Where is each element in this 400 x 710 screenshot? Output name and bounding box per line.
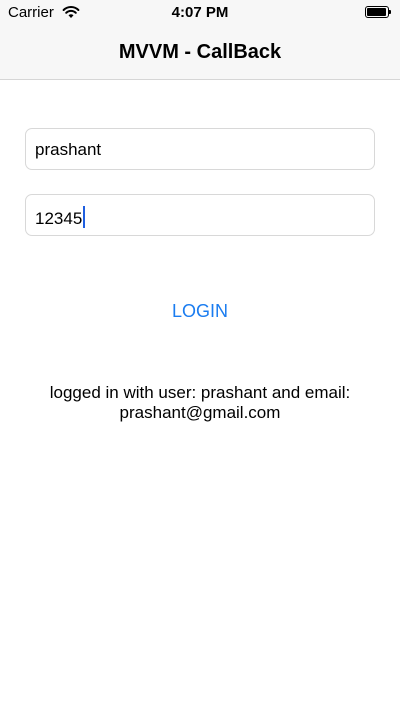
status-bar: Carrier 4:07 PM [0, 0, 400, 26]
password-value: 12345 [35, 209, 83, 228]
username-value: prashant [35, 140, 102, 159]
battery-icon [365, 6, 391, 18]
navigation-bar: MVVM - CallBack [0, 26, 400, 80]
username-field[interactable]: prashant [25, 128, 375, 170]
login-result-line-2: prashant@gmail.com [119, 403, 281, 422]
login-button[interactable]: LOGIN [140, 299, 260, 323]
login-result-message: logged in with user: prashant and email:… [20, 383, 380, 423]
page-title: MVVM - CallBack [118, 41, 282, 63]
password-field[interactable]: 12345 [25, 194, 375, 236]
login-result-line-1: logged in with user: prashant and email: [49, 383, 351, 402]
status-time: 4:07 PM [171, 4, 229, 21]
app-screen: Carrier 4:07 PM MVVM - CallBack prashant… [0, 0, 400, 710]
password-value-wrapper: 12345 [35, 206, 86, 229]
text-cursor [83, 206, 86, 228]
